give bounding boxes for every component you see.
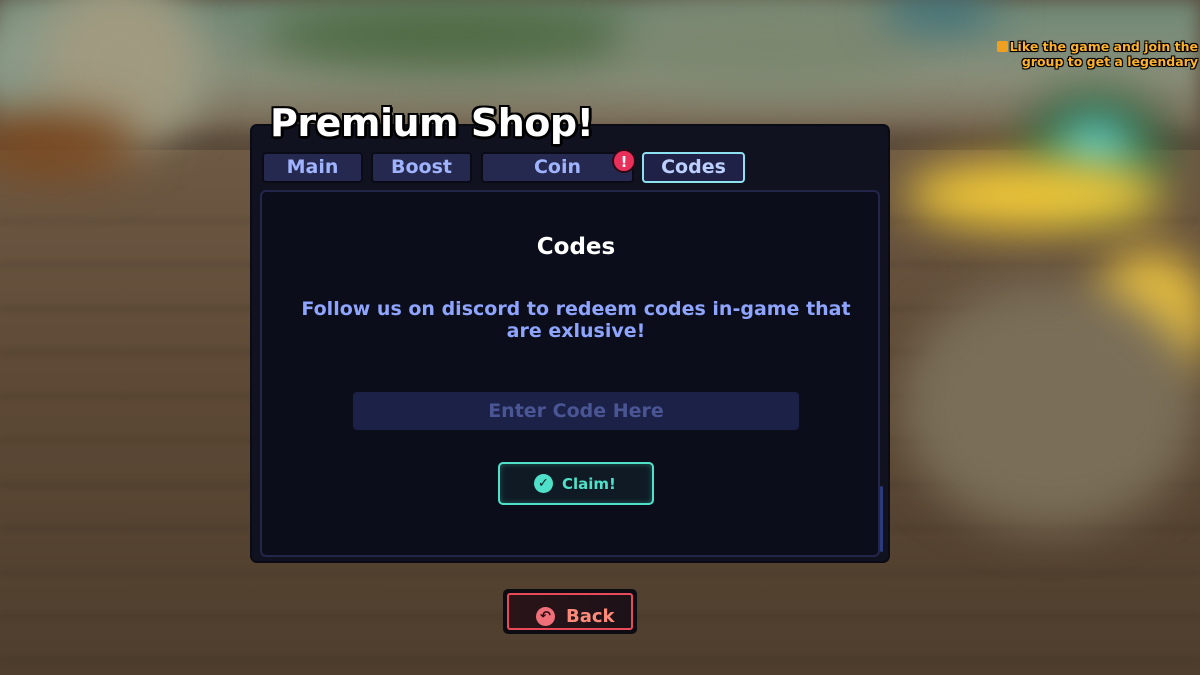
tab-main[interactable]: Main [262,152,363,183]
check-icon: ✓ [534,474,553,493]
back-label: Back [566,606,615,627]
codes-description: Follow us on discord to redeem codes in-… [301,298,851,342]
tab-boost[interactable]: Boost [371,152,472,183]
codes-heading: Codes [536,234,616,260]
back-arrow-icon: ↶ [536,607,555,626]
back-button[interactable]: ↶ Back [503,589,637,634]
code-input[interactable] [353,392,799,430]
panel-title: Premium Shop! [270,101,594,145]
thumbs-up-icon [996,41,1008,52]
tab-codes[interactable]: Codes [642,152,745,183]
scrollbar[interactable] [880,486,883,552]
tab-coin[interactable]: Coin [481,152,634,183]
claim-label: Claim! [562,475,616,493]
promo-text: Like the game and join the group to get … [996,39,1198,69]
claim-button[interactable]: ✓ Claim! [498,462,654,505]
exclamation-icon: ! [612,149,636,173]
